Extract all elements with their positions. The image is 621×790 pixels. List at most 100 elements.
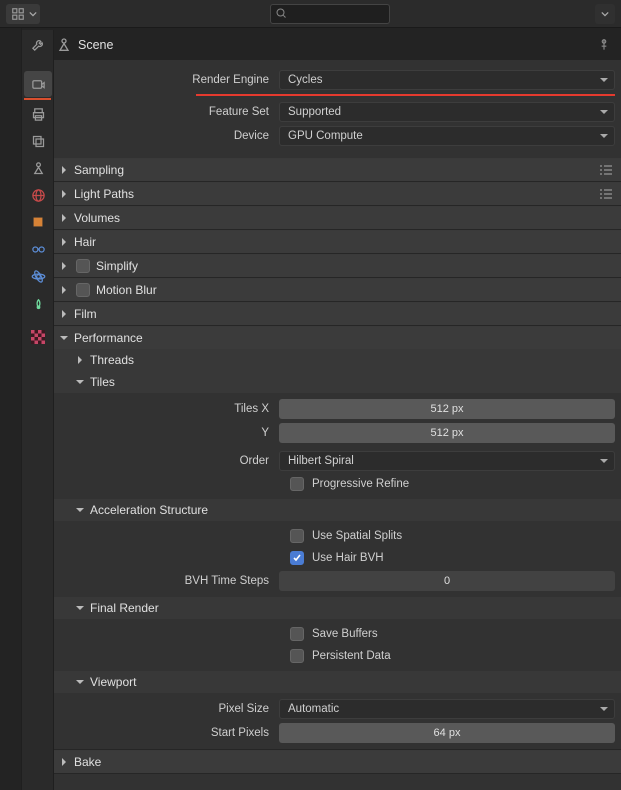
- camera-back-icon: [30, 76, 46, 92]
- panel-title: Tiles: [90, 375, 115, 389]
- subpanel-threads[interactable]: Threads: [54, 349, 621, 371]
- panel-title: Film: [74, 307, 97, 321]
- feature-set-dropdown[interactable]: Supported: [279, 102, 615, 122]
- device-dropdown[interactable]: GPU Compute: [279, 126, 615, 146]
- tiles-x-label: Tiles X: [54, 403, 279, 415]
- disclosure-icon: [58, 756, 70, 768]
- bvh-time-field[interactable]: 0: [279, 571, 615, 591]
- render-engine-label: Render Engine: [54, 74, 279, 86]
- tab-tool[interactable]: [24, 31, 52, 57]
- panel-title: Acceleration Structure: [90, 503, 208, 517]
- printer-icon: [30, 106, 46, 122]
- panel-sampling[interactable]: Sampling: [54, 159, 621, 181]
- panel-menu-button[interactable]: [597, 162, 615, 178]
- world-icon: [30, 187, 46, 203]
- disclosure-icon: [74, 504, 86, 516]
- layers-icon: [30, 133, 46, 149]
- tab-texture[interactable]: [24, 324, 52, 350]
- disclosure-icon: [74, 676, 86, 688]
- top-bar: [0, 0, 621, 28]
- subpanel-viewport[interactable]: Viewport: [54, 671, 621, 693]
- tab-view-layer[interactable]: [24, 128, 52, 154]
- disclosure-icon: [74, 376, 86, 388]
- search-input[interactable]: [270, 4, 390, 24]
- render-engine-value: Cycles: [288, 74, 323, 86]
- tab-scene[interactable]: [24, 155, 52, 181]
- motion-blur-checkbox[interactable]: [76, 283, 90, 297]
- panel-bake[interactable]: Bake: [54, 751, 621, 773]
- annotation-underline: [196, 94, 615, 96]
- persistent-data-checkbox[interactable]: [290, 649, 304, 663]
- object-icon: [30, 214, 46, 230]
- hair-bvh-label: Use Hair BVH: [312, 552, 384, 564]
- panel-menu-button[interactable]: [597, 186, 615, 202]
- order-value: Hilbert Spiral: [288, 455, 354, 467]
- tab-object[interactable]: [24, 209, 52, 235]
- start-pixels-field[interactable]: 64 px: [279, 723, 615, 743]
- feature-set-value: Supported: [288, 106, 341, 118]
- panel-simplify[interactable]: Simplify: [54, 255, 621, 277]
- chevron-down-icon: [29, 10, 37, 18]
- scene-name: Scene: [78, 38, 113, 52]
- tab-physics[interactable]: [24, 263, 52, 289]
- save-buffers-label: Save Buffers: [312, 628, 378, 640]
- tab-world[interactable]: [24, 182, 52, 208]
- disclosure-icon: [58, 332, 70, 344]
- panel-title: Bake: [74, 755, 101, 769]
- render-engine-dropdown[interactable]: Cycles: [279, 70, 615, 90]
- mesh-icon: [30, 295, 46, 311]
- panel-performance[interactable]: Performance: [54, 327, 621, 349]
- disclosure-icon: [58, 236, 70, 248]
- properties-icon: [10, 6, 26, 22]
- subpanel-final-render[interactable]: Final Render: [54, 597, 621, 619]
- left-margin: [0, 28, 22, 790]
- hair-bvh-checkbox[interactable]: [290, 551, 304, 565]
- panel-volumes[interactable]: Volumes: [54, 207, 621, 229]
- disclosure-icon: [58, 284, 70, 296]
- scene-header: Scene: [56, 34, 611, 56]
- save-buffers-checkbox[interactable]: [290, 627, 304, 641]
- tab-render[interactable]: [24, 71, 52, 97]
- panel-light-paths[interactable]: Light Paths: [54, 183, 621, 205]
- panel-title: Performance: [74, 331, 143, 345]
- tab-output[interactable]: [24, 101, 52, 127]
- pixel-size-value: Automatic: [288, 703, 339, 715]
- feature-set-label: Feature Set: [54, 106, 279, 118]
- subpanel-tiles[interactable]: Tiles: [54, 371, 621, 393]
- tab-active-underline: [24, 98, 51, 100]
- simplify-checkbox[interactable]: [76, 259, 90, 273]
- disclosure-icon: [58, 188, 70, 200]
- subpanel-acceleration-structure[interactable]: Acceleration Structure: [54, 499, 621, 521]
- editor-type-dropdown[interactable]: [6, 4, 40, 24]
- panel-title: Simplify: [96, 259, 138, 273]
- bvh-time-value: 0: [444, 575, 450, 587]
- pin-button[interactable]: [597, 38, 611, 52]
- wrench-icon: [30, 36, 46, 52]
- chevron-down-icon: [601, 10, 609, 18]
- tile-order-dropdown[interactable]: Hilbert Spiral: [279, 451, 615, 471]
- spatial-splits-label: Use Spatial Splits: [312, 530, 402, 542]
- progressive-refine-checkbox[interactable]: [290, 477, 304, 491]
- panel-motion-blur[interactable]: Motion Blur: [54, 279, 621, 301]
- panel-title: Hair: [74, 235, 96, 249]
- panel-film[interactable]: Film: [54, 303, 621, 325]
- checker-icon: [30, 329, 46, 345]
- tab-data[interactable]: [24, 290, 52, 316]
- tiles-y-field[interactable]: 512 px: [279, 423, 615, 443]
- options-dropdown[interactable]: [595, 4, 615, 24]
- tiles-x-field[interactable]: 512 px: [279, 399, 615, 419]
- persistent-data-label: Persistent Data: [312, 650, 391, 662]
- disclosure-icon: [58, 212, 70, 224]
- start-pixels-label: Start Pixels: [54, 727, 279, 739]
- disclosure-icon: [74, 602, 86, 614]
- panel-title: Light Paths: [74, 187, 134, 201]
- render-engine-group: Render Engine Cycles Feature Set Support…: [54, 60, 621, 158]
- disclosure-icon: [58, 260, 70, 272]
- tiles-x-value: 512 px: [430, 403, 463, 415]
- order-label: Order: [54, 455, 279, 467]
- tab-constraints[interactable]: [24, 236, 52, 262]
- panel-hair[interactable]: Hair: [54, 231, 621, 253]
- spatial-splits-checkbox[interactable]: [290, 529, 304, 543]
- panel-title: Sampling: [74, 163, 124, 177]
- pixel-size-dropdown[interactable]: Automatic: [279, 699, 615, 719]
